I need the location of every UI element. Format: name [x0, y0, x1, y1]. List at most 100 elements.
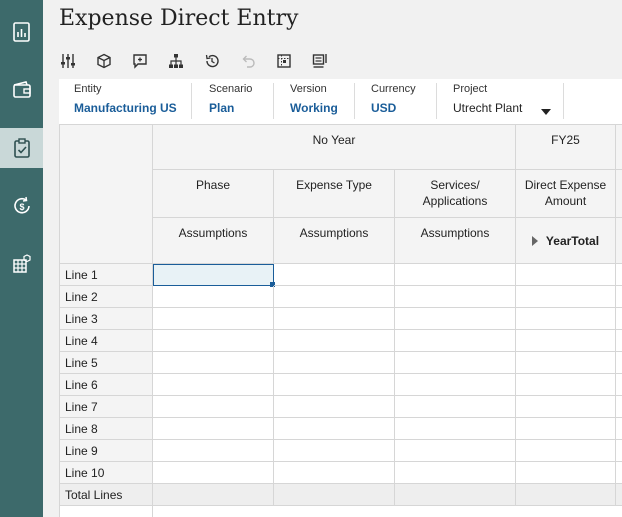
expand-arrow-icon[interactable] — [531, 235, 538, 246]
data-cell[interactable] — [153, 330, 274, 352]
row-label: Line 8 — [59, 418, 153, 440]
pov-version[interactable]: Version Working — [290, 83, 338, 121]
data-cell[interactable] — [395, 286, 516, 308]
history-button[interactable] — [203, 52, 221, 70]
column-header-services: Services/ Applications — [395, 170, 516, 218]
svg-text:$: $ — [19, 202, 24, 212]
pov-entity[interactable]: Entity Manufacturing US — [74, 83, 177, 121]
data-cell[interactable] — [395, 264, 516, 286]
form-layout-button[interactable] — [311, 52, 329, 70]
nav-expense-entry[interactable] — [0, 128, 43, 168]
data-cell[interactable] — [395, 440, 516, 462]
data-cell[interactable] — [153, 374, 274, 396]
row-label: Line 5 — [59, 352, 153, 374]
data-cell[interactable] — [274, 418, 395, 440]
nav-data-grid[interactable] — [0, 244, 43, 284]
data-cell[interactable] — [395, 418, 516, 440]
data-cell[interactable] — [516, 396, 616, 418]
overflow-cell — [616, 484, 622, 506]
data-cell[interactable] — [274, 352, 395, 374]
data-cell[interactable] — [395, 396, 516, 418]
pov-scenario-value[interactable]: Plan — [209, 101, 252, 115]
data-cell[interactable] — [516, 286, 616, 308]
data-cell[interactable] — [153, 418, 274, 440]
chart-report-icon — [12, 22, 30, 42]
data-cell[interactable] — [153, 286, 274, 308]
data-cell[interactable] — [516, 374, 616, 396]
data-cell[interactable] — [516, 440, 616, 462]
overflow-cell — [616, 264, 622, 286]
row-label: Line 6 — [59, 374, 153, 396]
pov-currency[interactable]: Currency USD — [371, 83, 416, 121]
overflow-cell — [616, 440, 622, 462]
hierarchy-icon — [169, 54, 183, 68]
data-cell[interactable] — [395, 374, 516, 396]
pov-scenario[interactable]: Scenario Plan — [209, 83, 252, 121]
add-comment-button[interactable] — [131, 52, 149, 70]
header-overflow — [616, 218, 622, 264]
data-cell[interactable] — [153, 462, 274, 484]
data-cell[interactable] — [153, 352, 274, 374]
data-cell[interactable] — [153, 264, 275, 287]
row-label: Line 3 — [59, 308, 153, 330]
pov-divider — [191, 83, 192, 119]
data-cell[interactable] — [274, 264, 395, 286]
overflow-cell — [616, 308, 622, 330]
data-cell[interactable] — [395, 352, 516, 374]
overflow-cell — [616, 374, 622, 396]
comment-add-icon — [133, 54, 147, 69]
data-cell[interactable] — [516, 418, 616, 440]
data-cell[interactable] — [395, 308, 516, 330]
pov-entity-value[interactable]: Manufacturing US — [74, 101, 177, 115]
data-cell[interactable] — [516, 308, 616, 330]
chevron-down-icon[interactable] — [541, 109, 551, 115]
pov-project[interactable]: Project Utrecht Plant — [453, 83, 563, 121]
row-label: Line 1 — [59, 264, 153, 286]
pov-entity-label: Entity — [74, 83, 102, 95]
subheader-year-total[interactable]: YearTotal — [516, 218, 616, 264]
header-overflow — [616, 170, 622, 218]
undo-button[interactable] — [239, 52, 257, 70]
data-cell[interactable] — [395, 330, 516, 352]
cube-icon — [97, 53, 111, 69]
data-cell[interactable] — [516, 462, 616, 484]
data-cell[interactable] — [516, 330, 616, 352]
data-cell[interactable] — [516, 352, 616, 374]
form-layout-icon — [312, 54, 327, 68]
data-cell[interactable] — [274, 396, 395, 418]
total-row-label: Total Lines — [59, 484, 153, 506]
data-cell[interactable] — [274, 286, 395, 308]
pov-divider — [273, 83, 274, 119]
row-label: Line 2 — [59, 286, 153, 308]
navigation-rail: $ — [0, 0, 43, 517]
data-cell[interactable] — [274, 462, 395, 484]
data-cell[interactable] — [274, 374, 395, 396]
overflow-cell — [616, 396, 622, 418]
data-cell[interactable] — [395, 462, 516, 484]
data-cell[interactable] — [274, 308, 395, 330]
data-cell[interactable] — [153, 396, 274, 418]
sliders-icon — [61, 54, 75, 68]
subheader-phase: Assumptions — [153, 218, 274, 264]
pov-currency-value[interactable]: USD — [371, 101, 416, 115]
grid-frame-button[interactable] — [275, 52, 293, 70]
dimension-button[interactable] — [95, 52, 113, 70]
data-cell[interactable] — [153, 308, 274, 330]
header-fy25: FY25 — [516, 124, 616, 170]
data-cell[interactable] — [274, 330, 395, 352]
overflow-cell — [616, 418, 622, 440]
data-cell[interactable] — [516, 264, 616, 286]
data-cell[interactable] — [274, 440, 395, 462]
column-header-expense-type: Expense Type — [274, 170, 395, 218]
header-no-year: No Year — [153, 124, 516, 170]
hierarchy-button[interactable] — [167, 52, 185, 70]
toolbar — [59, 52, 347, 70]
filter-settings-button[interactable] — [59, 52, 77, 70]
page-title: Expense Direct Entry — [59, 6, 299, 31]
data-cell[interactable] — [153, 440, 274, 462]
nav-budget[interactable] — [0, 70, 43, 110]
nav-reports[interactable] — [0, 12, 43, 52]
pov-version-value[interactable]: Working — [290, 101, 338, 115]
nav-currency[interactable]: $ — [0, 186, 43, 226]
grid-tail — [59, 506, 153, 517]
